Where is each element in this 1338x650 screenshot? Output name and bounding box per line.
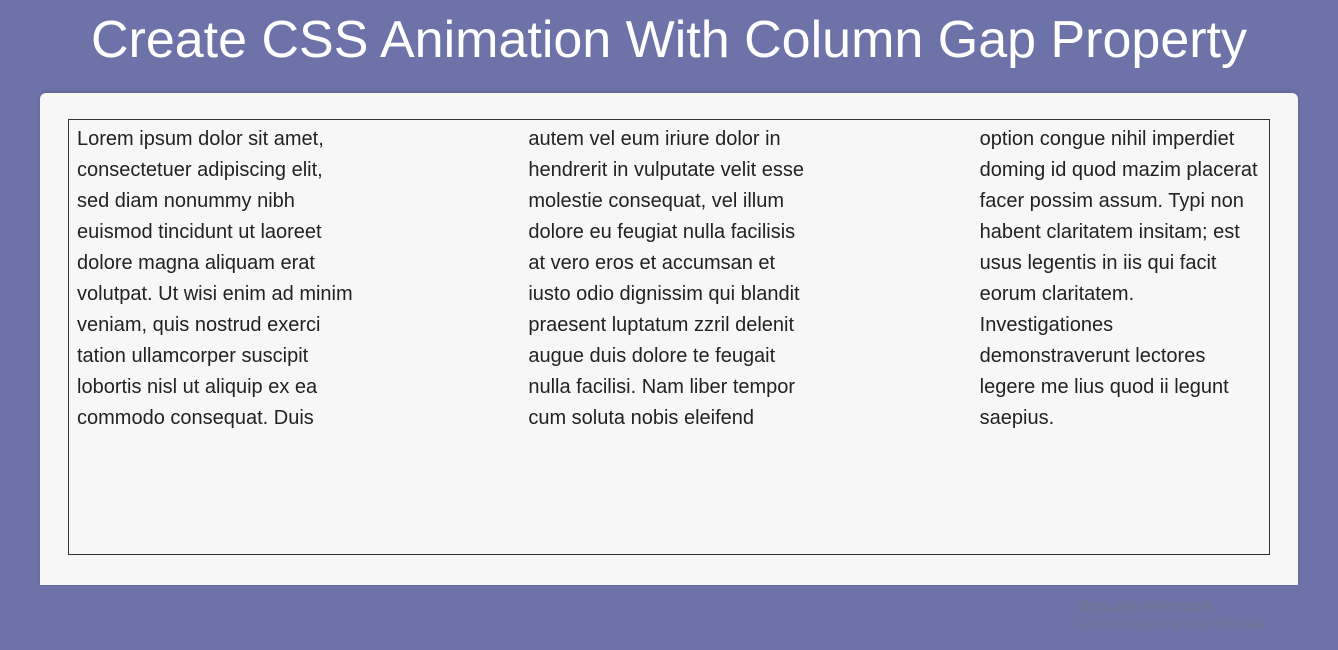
column-text-box: Lorem ipsum dolor sit amet, consectetuer… <box>68 119 1270 555</box>
watermark-line1: Activate Windows <box>1079 596 1268 617</box>
watermark-line2: Go to Settings to activate Windows. <box>1079 617 1268 632</box>
page-title: Create CSS Animation With Column Gap Pro… <box>0 0 1338 93</box>
content-panel: Lorem ipsum dolor sit amet, consectetuer… <box>40 93 1298 585</box>
windows-activation-watermark: Activate Windows Go to Settings to activ… <box>1079 596 1268 632</box>
